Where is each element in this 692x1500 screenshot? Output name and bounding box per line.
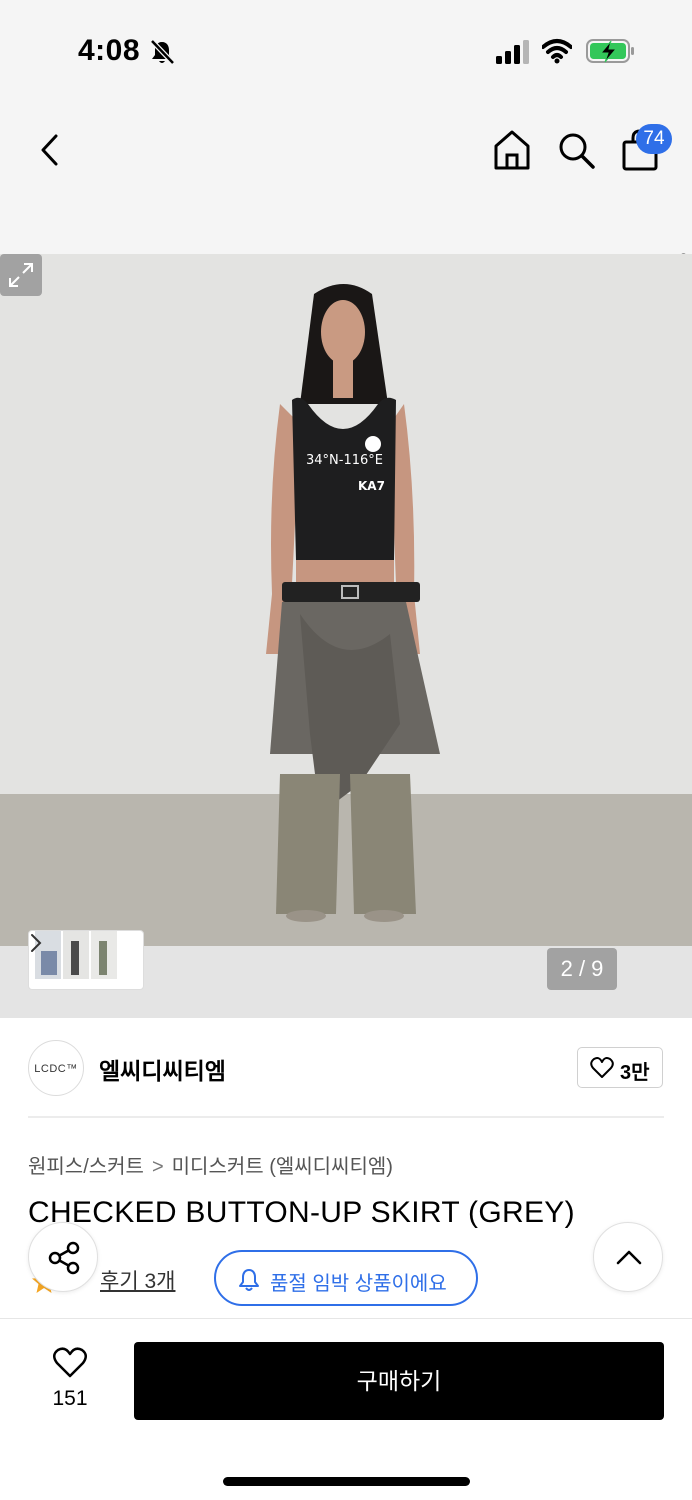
divider <box>28 1116 664 1118</box>
battery-charging-icon <box>586 39 634 63</box>
scroll-to-top-button[interactable] <box>593 1222 663 1292</box>
top-nav: 74 <box>0 100 692 349</box>
chevron-up-icon <box>616 1250 642 1265</box>
status-time: 4:08 <box>78 34 141 67</box>
breadcrumb-separator: > <box>151 1156 164 1178</box>
wifi-icon <box>542 39 572 64</box>
product-title: CHECKED BUTTON-UP SKIRT (GREY) <box>28 1196 575 1229</box>
thumbnail-strip[interactable] <box>28 930 144 990</box>
home-icon[interactable] <box>492 128 532 172</box>
status-bar: 4:08 <box>0 0 692 100</box>
tank-print-coords: 34°N-116°E <box>306 453 383 468</box>
wishlist-count: 151 <box>52 1387 88 1410</box>
share-button[interactable] <box>28 1222 98 1292</box>
product-image-gallery[interactable]: 34°N-116°E KA7 2 / 9 <box>0 254 692 1018</box>
breadcrumb-category[interactable]: 원피스/스커트 <box>28 1156 144 1178</box>
product-photo: 34°N-116°E KA7 <box>0 254 692 1018</box>
bell-off-icon <box>150 39 175 65</box>
soldout-notice-pill[interactable]: 품절 임박 상품이에요 <box>214 1250 478 1306</box>
wishlist-button[interactable]: 151 <box>44 1345 96 1417</box>
heart-icon <box>53 1347 87 1378</box>
heart-icon <box>590 1057 614 1078</box>
thumbnail-images[interactable] <box>35 931 119 979</box>
breadcrumb-subcategory[interactable]: 미디스커트 (엘씨디씨티엠) <box>172 1156 393 1178</box>
brand-like-button[interactable]: 3만 <box>577 1047 663 1088</box>
image-counter: 2 / 9 <box>547 948 617 990</box>
brand-logo[interactable]: LCDC™ <box>28 1040 84 1096</box>
bottom-purchase-bar: 151 구매하기 <box>0 1318 692 1500</box>
brand-name[interactable]: 엘씨디씨티엠 <box>99 1052 226 1086</box>
home-indicator[interactable] <box>223 1477 470 1486</box>
chevron-right-icon[interactable] <box>29 931 43 955</box>
back-arrow-icon[interactable] <box>34 130 66 170</box>
reviews-link[interactable]: 후기 3개 <box>100 1265 175 1295</box>
brand-like-count: 3만 <box>620 1062 650 1084</box>
cellular-signal-icon <box>496 40 529 64</box>
rating-row: 후기 3개 품절 임박 상품이에요 <box>0 1248 692 1308</box>
bell-icon <box>239 1269 259 1291</box>
expand-icon[interactable] <box>0 254 42 296</box>
search-icon[interactable] <box>556 130 596 170</box>
brand-row[interactable]: LCDC™ 엘씨디씨티엠 3만 <box>0 1018 692 1118</box>
buy-button[interactable]: 구매하기 <box>134 1342 664 1420</box>
tank-print-label: KA7 <box>358 479 385 493</box>
breadcrumb: 원피스/스커트 > 미디스커트 (엘씨디씨티엠) <box>28 1150 393 1179</box>
share-icon <box>48 1241 80 1275</box>
soldout-notice-text: 품절 임박 상품이에요 <box>270 1273 447 1295</box>
cart-count-badge: 74 <box>636 124 672 154</box>
